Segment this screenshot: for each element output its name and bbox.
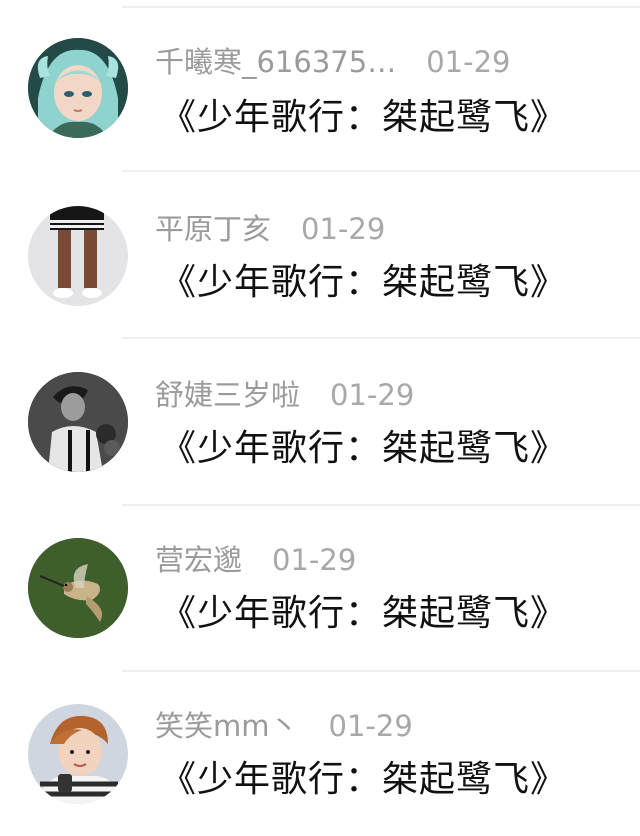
- avatar[interactable]: [28, 704, 128, 804]
- comment-text: 《少年歌行：桀起鹭飞》: [160, 759, 568, 800]
- avatar[interactable]: [28, 538, 128, 638]
- avatar[interactable]: [28, 372, 128, 472]
- comment-date: 01-29: [426, 45, 511, 79]
- comment-text: 《少年歌行：桀起鹭飞》: [160, 593, 568, 634]
- username[interactable]: 营宏邈: [155, 543, 242, 577]
- comment-meta: 平原丁亥 01-29: [155, 211, 385, 247]
- comment-text: 《少年歌行：桀起鹭飞》: [160, 428, 568, 469]
- hummingbird-avatar: [28, 538, 128, 638]
- comment-date: 01-29: [272, 543, 357, 577]
- boy-selfie-avatar: [28, 704, 128, 804]
- comment-text: 《少年歌行：桀起鹭飞》: [160, 97, 568, 138]
- username[interactable]: 舒婕三岁啦: [155, 378, 300, 412]
- comment-meta: 笑笑mm丶 01-29: [155, 708, 413, 744]
- comment-list: 千曦寒_616375… 01-29 《少年歌行：桀起鹭飞》 平原丁亥 01-29 《…: [0, 0, 640, 836]
- comment-item[interactable]: 舒婕三岁啦 01-29 《少年歌行：桀起鹭飞》: [0, 332, 640, 498]
- bw-man-avatar: [28, 372, 128, 472]
- legs-shorts-avatar: [28, 206, 128, 306]
- comment-meta: 营宏邈 01-29: [155, 542, 356, 578]
- comment-meta: 千曦寒_616375… 01-29: [155, 44, 511, 80]
- comment-date: 01-29: [301, 212, 386, 246]
- avatar[interactable]: [28, 206, 128, 306]
- comment-item[interactable]: 营宏邈 01-29 《少年歌行：桀起鹭飞》: [0, 498, 640, 664]
- comment-text: 《少年歌行：桀起鹭飞》: [160, 262, 568, 303]
- username[interactable]: 笑笑mm丶: [155, 709, 299, 743]
- comment-date: 01-29: [328, 709, 413, 743]
- username[interactable]: 平原丁亥: [155, 212, 271, 246]
- avatar[interactable]: [28, 38, 128, 138]
- username[interactable]: 千曦寒_616375…: [155, 45, 396, 79]
- anime-girl-avatar: [28, 38, 128, 138]
- comment-date: 01-29: [330, 378, 415, 412]
- comment-item[interactable]: 千曦寒_616375… 01-29 《少年歌行：桀起鹭飞》: [0, 0, 640, 166]
- comment-meta: 舒婕三岁啦 01-29: [155, 377, 414, 413]
- comment-item[interactable]: 笑笑mm丶 01-29 《少年歌行：桀起鹭飞》: [0, 664, 640, 830]
- comment-item[interactable]: 平原丁亥 01-29 《少年歌行：桀起鹭飞》: [0, 166, 640, 332]
